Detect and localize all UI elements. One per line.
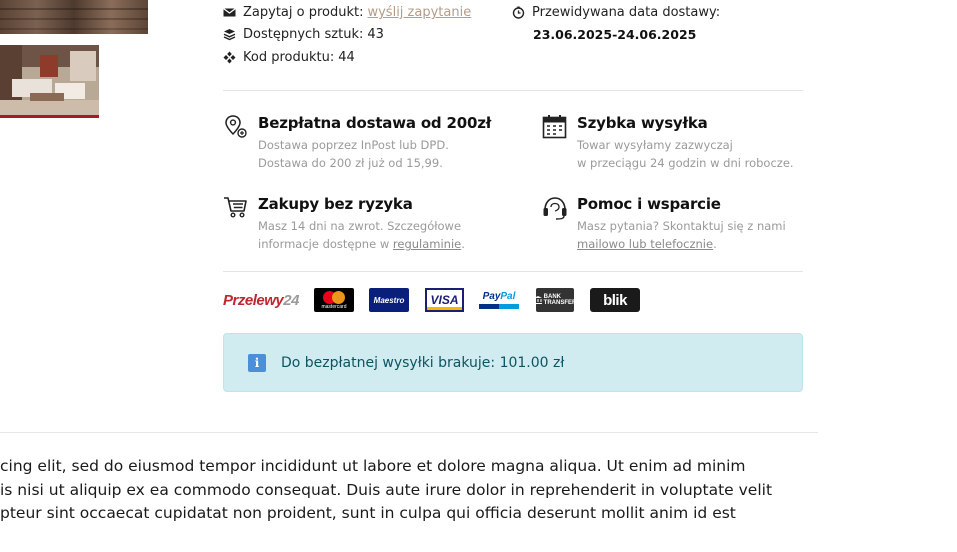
- feature-description: Masz 14 dni na zwrot. Szczegółowe inform…: [258, 217, 465, 253]
- description-line: cing elit, sed do eiusmod tempor incidid…: [0, 457, 746, 475]
- feature-desc-text: .: [713, 237, 717, 251]
- info-icon: i: [248, 353, 266, 372]
- logo-text: Pal: [500, 291, 516, 302]
- visa-logo: VISA: [425, 288, 464, 312]
- contact-link[interactable]: mailowo lub telefocznie: [577, 237, 713, 251]
- delivery-row: Przewidywana data dostawy:: [512, 5, 720, 20]
- free-shipping-alert: i Do bezpłatnej wysyłki brakuje: 101.00 …: [223, 333, 803, 392]
- paypal-logo: PayPal: [479, 288, 519, 312]
- feature-title: Zakupy bez ryzyka: [258, 195, 413, 213]
- stock-row: Dostępnych sztuk: 43: [223, 27, 384, 42]
- feature-desc-text: .: [461, 237, 465, 251]
- feature-title: Szybka wysyłka: [577, 114, 708, 132]
- feature-title: Pomoc i wsparcie: [577, 195, 721, 213]
- inquiry-label: Zapytaj o produkt:: [243, 5, 364, 20]
- section-divider: [0, 432, 818, 433]
- divider: [223, 90, 803, 91]
- alert-text: Do bezpłatnej wysyłki brakuje: 101.00 zł: [281, 354, 565, 371]
- description-line: is nisi ut aliquip ex ea commodo consequ…: [0, 480, 773, 499]
- product-code-label: Kod produktu:: [243, 50, 335, 65]
- feature-desc-line: Masz 14 dni na zwrot. Szczegółowe: [258, 219, 462, 233]
- logo-text: 24: [283, 291, 299, 309]
- logo-text: Maestro: [373, 295, 405, 305]
- clock-icon: [512, 6, 525, 19]
- feature-risk-free: Zakupy bez ryzyka Masz 14 dni na zwrot. …: [223, 195, 523, 255]
- delivery-date: 23.06.2025-24.06.2025: [533, 27, 697, 42]
- cart-icon: [223, 195, 249, 221]
- inquiry-row: Zapytaj o produkt: wyślij zapytanie: [223, 5, 471, 20]
- feature-desc-text: informacje dostępne w: [258, 237, 393, 251]
- feature-desc-line: w przeciągu 24 godzin w dni robocze.: [577, 156, 794, 170]
- product-thumbnail-room[interactable]: [0, 45, 99, 118]
- stock-label: Dostępnych sztuk:: [243, 27, 364, 42]
- feature-desc-line: mailowo lub telefocznie.: [577, 235, 786, 253]
- feature-support: Pomoc i wsparcie Masz pytania? Skontaktu…: [542, 195, 812, 255]
- feature-desc-line: Dostawa do 200 zł już od 15,99.: [258, 156, 443, 170]
- bank-transfer-logo: BANK TRANSFER: [533, 288, 577, 312]
- description-line: pteur sint occaecat cupidatat non proide…: [0, 504, 736, 522]
- przelewy24-logo: Przelewy 24: [222, 288, 300, 312]
- feature-desc-line: Masz pytania? Skontaktuj się z nami: [577, 219, 786, 233]
- feature-description: Dostawa poprzez InPost lub DPD. Dostawa …: [258, 136, 449, 172]
- product-code-row: Kod produktu: 44: [223, 50, 355, 65]
- feature-title: Bezpłatna dostawa od 200zł: [258, 114, 492, 132]
- mastercard-logo: mastercard: [314, 288, 354, 312]
- delivery-label: Przewidywana data dostawy:: [532, 5, 721, 20]
- feature-free-delivery: Bezpłatna dostawa od 200zł Dostawa poprz…: [223, 114, 523, 174]
- inquiry-link[interactable]: wyślij zapytanie: [367, 5, 471, 20]
- calendar-icon: [542, 114, 568, 140]
- logo-text: TRANSFER: [543, 300, 577, 306]
- feature-desc-line: informacje dostępne w regulaminie.: [258, 235, 465, 253]
- feature-description: Towar wysyłamy zazwyczaj w przeciągu 24 …: [577, 136, 794, 172]
- diamonds-icon: [223, 51, 236, 64]
- blik-logo: blik: [590, 288, 640, 312]
- logo-text: VISA: [430, 293, 459, 307]
- divider: [223, 271, 803, 272]
- feature-fast-shipping: Szybka wysyłka Towar wysyłamy zazwyczaj …: [542, 114, 812, 174]
- product-thumbnail-wood[interactable]: [0, 0, 148, 34]
- product-code-value: 44: [338, 50, 355, 65]
- location-icon: [223, 114, 249, 140]
- feature-desc-line: Towar wysyłamy zazwyczaj: [577, 138, 733, 152]
- product-description: cing elit, sed do eiusmod tempor incidid…: [0, 455, 957, 526]
- envelope-icon: [223, 6, 236, 19]
- maestro-logo: Maestro: [369, 288, 409, 312]
- feature-description: Masz pytania? Skontaktuj się z nami mail…: [577, 217, 786, 253]
- logo-text: mastercard: [321, 304, 347, 310]
- stock-value: 43: [367, 27, 384, 42]
- logo-text: blik: [603, 291, 627, 309]
- terms-link[interactable]: regulaminie: [393, 237, 461, 251]
- logo-text: Pay: [482, 291, 501, 302]
- support-icon: [542, 195, 568, 221]
- logo-text: Przelewy: [223, 291, 284, 309]
- layers-icon: [223, 28, 236, 41]
- feature-desc-line: Dostawa poprzez InPost lub DPD.: [258, 138, 449, 152]
